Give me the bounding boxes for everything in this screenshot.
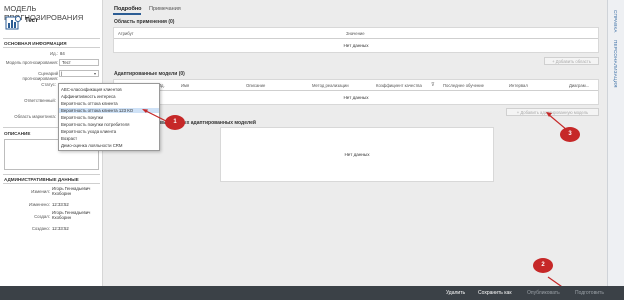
created-by-label: Создал: [34, 214, 50, 219]
selected-adapted-chart-area: Нет данных [220, 127, 494, 182]
divider [114, 90, 598, 91]
filter-icon[interactable]: ⊽ [431, 82, 435, 88]
adapted-header: Адаптированные модели (0) [114, 71, 185, 77]
bottom-action-bar: Удалить Сохранить как Опубликовать Подго… [0, 286, 624, 300]
main-area: Подробно Примечания Область применения (… [104, 0, 607, 286]
responsible-label: Ответственный: [24, 98, 56, 103]
scenario-select[interactable]: | ▾ [59, 70, 99, 77]
save-as-button[interactable]: Сохранить как [478, 289, 512, 297]
tab-details[interactable]: Подробно [114, 6, 142, 12]
prepare-button[interactable]: Подготовить [575, 289, 604, 297]
column-header[interactable]: Описание [246, 83, 265, 88]
dropdown-option[interactable]: ABC-классификация клиентов [61, 87, 122, 92]
created-by-value: Игорь Геннадьевич Кхоборин [52, 210, 91, 220]
no-data-text: Нет данных [343, 95, 369, 100]
column-header[interactable]: Коэффициент качества [376, 83, 422, 88]
column-header[interactable]: Диаграм... [569, 83, 589, 88]
no-data-text: Нет данных [344, 152, 370, 157]
model-name-field[interactable]: Тест [59, 59, 99, 66]
model-icon [5, 16, 21, 30]
dropdown-option-selected[interactable]: Вероятность оттока клиента 123 КО [59, 108, 159, 113]
changed-at-label: Изменено: [28, 202, 50, 207]
changed-by-value: Игорь Геннадьевич Кхоборин [52, 186, 91, 196]
divider [3, 183, 100, 184]
scenario-dropdown-list[interactable]: ABC-классификация клиентов Аффинитивност… [58, 83, 160, 151]
column-header[interactable]: Имя [181, 83, 189, 88]
column-header[interactable]: Интервал [509, 83, 528, 88]
dropdown-option[interactable]: Демо-оценка лояльности CRM [61, 143, 122, 148]
text-cursor: | [61, 71, 63, 76]
divider [3, 47, 100, 48]
description-header: ОПИСАНИЕ [4, 131, 31, 136]
add-adapted-model-label: Добавить адаптированную модель [520, 110, 589, 115]
divider [114, 38, 598, 39]
column-header[interactable]: Последнее обучение [443, 83, 484, 88]
created-at-value: 12:33:52 [52, 226, 69, 231]
publish-button[interactable]: Опубликовать [527, 289, 560, 297]
applicability-table: Атрибут Значение Нет данных [113, 27, 599, 53]
tab-notes[interactable]: Примечания [149, 6, 181, 12]
add-area-button[interactable]: + Добавить область [544, 57, 599, 65]
right-side-panel: СПРАВКА ПЕРСОНАЛИЗАЦИЯ [607, 0, 624, 286]
delete-button[interactable]: Удалить [446, 289, 465, 297]
scenario-label: Сценарий прогнозирования: [22, 71, 58, 81]
id-label: Ид.: [50, 51, 58, 56]
active-tab-indicator [113, 13, 141, 15]
add-adapted-model-button[interactable]: + Добавить адаптированную модель [506, 108, 599, 116]
changed-by-label: Изменил: [31, 189, 50, 194]
add-area-label: Добавить область [555, 59, 591, 64]
personalization-tab[interactable]: ПЕРСОНАЛИЗАЦИЯ [613, 40, 618, 88]
marketing-area-label: Область маркетинга: [14, 114, 56, 119]
column-header[interactable]: Значение [346, 31, 365, 36]
callout-1: 1 [165, 115, 185, 130]
chevron-down-icon[interactable]: ▾ [94, 71, 96, 76]
dropdown-option[interactable]: Вероятность оттока клиента [61, 101, 118, 106]
divider [3, 174, 100, 175]
column-header[interactable]: Атрибут [118, 31, 134, 36]
dropdown-option[interactable]: Возраст [61, 136, 77, 141]
divider [3, 38, 100, 39]
callout-3: 3 [560, 127, 580, 142]
dropdown-option[interactable]: Вероятность покупки потребителя [61, 122, 129, 127]
model-name: Тест [25, 18, 38, 24]
help-tab[interactable]: СПРАВКА [613, 10, 618, 33]
dropdown-option[interactable]: Вероятность покупки [61, 115, 103, 120]
dropdown-option[interactable]: Вероятность ухода клиента [61, 129, 116, 134]
created-at-label: Создано: [31, 226, 50, 231]
status-label: Статус: [41, 82, 56, 87]
id-value: 84 [60, 51, 65, 56]
adapted-table: Ид. Имя Описание Метод реализации Коэффи… [113, 79, 599, 105]
no-data-text: Нет данных [343, 43, 369, 48]
admin-header: АДМИНИСТРАТИВНЫЕ ДАННЫЕ [4, 177, 79, 182]
column-header[interactable]: Метод реализации [312, 83, 349, 88]
basic-info-header: ОСНОВНАЯ ИНФОРМАЦИЯ [4, 41, 67, 46]
changed-at-value: 12:33:52 [52, 202, 69, 207]
model-name-label: Модель прогнозирования: [5, 60, 58, 65]
applicability-header: Область применения (0) [114, 19, 175, 25]
dropdown-option[interactable]: Аффинитивность интереса [61, 94, 116, 99]
callout-2: 2 [533, 258, 553, 273]
